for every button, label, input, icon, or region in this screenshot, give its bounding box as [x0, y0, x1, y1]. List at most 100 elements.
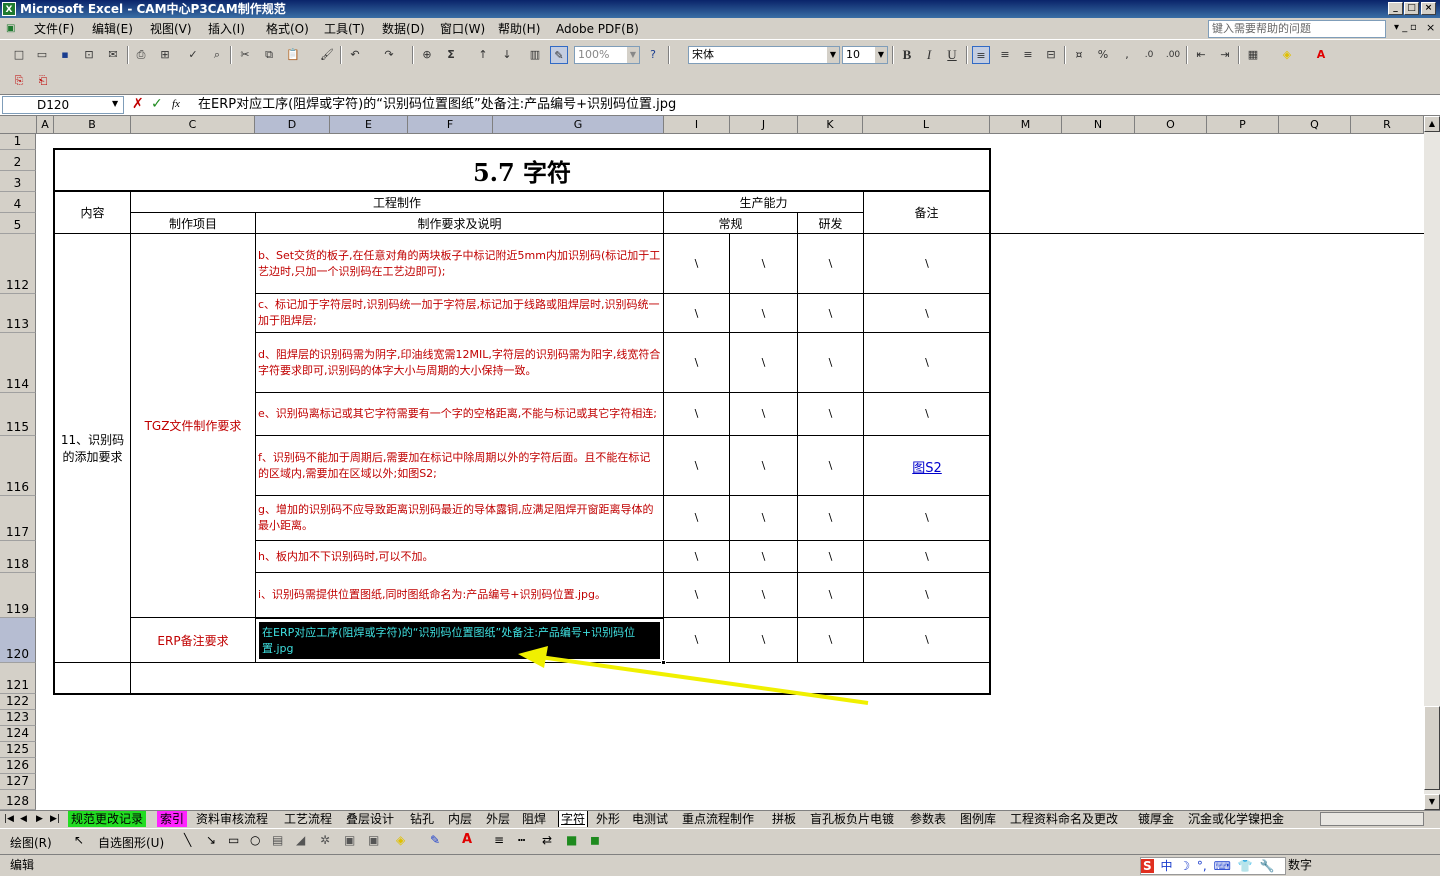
percent-icon[interactable]: % [1094, 46, 1112, 64]
dash-style-icon[interactable]: ┅ [518, 833, 525, 847]
tab-blind-via-plating[interactable]: 盲孔板负片电镀 [810, 811, 894, 827]
font-select[interactable]: 宋体 ▼ [688, 46, 840, 64]
workbook-close-icon[interactable]: × [1426, 21, 1435, 34]
new-icon[interactable]: □ [10, 46, 28, 64]
line-icon[interactable]: ╲ [184, 833, 191, 847]
menu-window[interactable]: 窗口(W) [440, 21, 485, 37]
email-icon[interactable]: ✉ [104, 46, 122, 64]
increase-decimal-icon[interactable]: .0 [1140, 46, 1158, 64]
menu-data[interactable]: 数据(D) [382, 21, 425, 37]
copy-icon[interactable]: ⧉ [260, 46, 278, 64]
draw-menu[interactable]: 绘图(R) [10, 834, 52, 851]
sogou-icon[interactable]: S [1141, 859, 1154, 873]
decrease-decimal-icon[interactable]: .00 [1164, 46, 1182, 64]
sort-descending-icon[interactable]: ↓ [498, 46, 516, 64]
rectangle-icon[interactable]: ▭ [228, 833, 239, 847]
scroll-down-icon[interactable]: ▼ [1424, 794, 1440, 810]
research-icon[interactable]: ⌕ [208, 46, 226, 64]
horizontal-scrollbar[interactable] [1320, 812, 1424, 826]
tab-e-test[interactable]: 电测试 [632, 811, 668, 827]
italic-button[interactable]: I [920, 46, 938, 64]
tab-stackup[interactable]: 叠层设计 [346, 811, 394, 827]
font-color-icon[interactable]: A [462, 832, 472, 847]
decrease-indent-icon[interactable]: ⇤ [1192, 46, 1210, 64]
maximize-button[interactable]: □ [1404, 2, 1419, 15]
cut-icon[interactable]: ✂ [236, 46, 254, 64]
tab-process-flow[interactable]: 工艺流程 [284, 811, 332, 827]
align-center-icon[interactable]: ≡ [996, 46, 1014, 64]
cancel-icon[interactable]: ✗ [132, 96, 144, 112]
convert-and-email-pdf-icon[interactable]: ⎗ [34, 72, 52, 90]
3d-style-icon[interactable]: ◼ [590, 833, 600, 847]
ime-keyboard-icon[interactable]: ⌨ [1214, 859, 1231, 873]
ime-skin-icon[interactable]: 👕 [1238, 859, 1253, 873]
hyperlink-icon[interactable]: ⊕ [418, 46, 436, 64]
align-left-icon[interactable]: ≡ [972, 46, 990, 64]
underline-button[interactable]: U [943, 46, 961, 64]
tab-legend-library[interactable]: 图例库 [960, 811, 996, 827]
menu-view[interactable]: 视图(V) [150, 21, 192, 37]
close-button[interactable]: × [1421, 2, 1436, 15]
name-box[interactable]: D120 [2, 96, 124, 114]
chevron-down-icon[interactable]: ▼ [875, 47, 887, 63]
clipart-icon[interactable]: ▣ [344, 833, 355, 847]
permission-icon[interactable]: ⊡ [80, 46, 98, 64]
print-preview-icon[interactable]: ⊞ [156, 46, 174, 64]
tab-review-flow[interactable]: 资料审核流程 [196, 811, 268, 827]
sort-ascending-icon[interactable]: ↑ [474, 46, 492, 64]
scroll-thumb[interactable] [1424, 706, 1440, 790]
prev-sheet-icon[interactable]: ◀ [20, 811, 27, 827]
menu-insert[interactable]: 插入(I) [208, 21, 245, 37]
tab-solder-mask[interactable]: 阻焊 [522, 811, 546, 827]
ime-tools-icon[interactable]: 🔧 [1260, 859, 1275, 873]
tab-change-log[interactable]: 规范更改记录 [68, 811, 147, 827]
ime-punctuation-icon[interactable]: °, [1197, 859, 1207, 873]
tab-panelization[interactable]: 拼板 [772, 811, 796, 827]
arrow-style-icon[interactable]: ⇄ [542, 833, 552, 847]
first-sheet-icon[interactable]: |◀ [4, 811, 14, 827]
tab-thick-gold[interactable]: 镀厚金 [1138, 811, 1174, 827]
fill-color-icon[interactable]: ◈ [1278, 46, 1296, 64]
oval-icon[interactable]: ○ [250, 833, 260, 847]
undo-icon[interactable]: ↶ [346, 46, 364, 64]
tab-index[interactable]: 索引 [157, 811, 188, 827]
format-painter-icon[interactable]: 🖌 [318, 46, 336, 64]
vertical-scrollbar[interactable]: ▲ ▼ [1424, 116, 1440, 810]
menu-help[interactable]: 帮助(H) [498, 21, 540, 37]
print-icon[interactable]: ⎙ [132, 46, 150, 64]
enter-icon[interactable]: ✓ [151, 96, 163, 112]
doc-icon[interactable]: ▣ [6, 21, 15, 37]
tab-inner-layer[interactable]: 内层 [448, 811, 472, 827]
chevron-down-icon[interactable]: ▼ [112, 99, 118, 108]
ime-chinese-icon[interactable]: 中 [1160, 859, 1172, 873]
autosum-icon[interactable]: Σ [442, 46, 460, 64]
workbook-restore-icon[interactable]: ▫ [1410, 22, 1417, 33]
insert-function-icon[interactable]: fx [172, 98, 180, 110]
ime-toolbar[interactable]: S 中 ☽ °, ⌨ 👕 🔧 [1140, 857, 1286, 875]
convert-to-pdf-icon[interactable]: ⎘ [10, 72, 28, 90]
font-size-select[interactable]: 10 ▼ [842, 46, 888, 64]
shadow-style-icon[interactable]: ■ [566, 833, 577, 847]
merge-center-icon[interactable]: ⊟ [1042, 46, 1060, 64]
currency-icon[interactable]: ¤ [1070, 46, 1088, 64]
borders-icon[interactable]: ▦ [1244, 46, 1262, 64]
chart-wizard-icon[interactable]: ▥ [526, 46, 544, 64]
select-objects-icon[interactable]: ↖ [74, 833, 84, 847]
last-sheet-icon[interactable]: ▶| [50, 811, 60, 827]
menu-format[interactable]: 格式(O) [266, 21, 309, 37]
zoom-select[interactable]: 100% ▼ [574, 46, 640, 64]
tab-enig[interactable]: 沉金或化学镍把金 [1188, 811, 1306, 827]
open-icon[interactable]: ▭ [33, 46, 51, 64]
redo-icon[interactable]: ↷ [380, 46, 398, 64]
minimize-button[interactable]: _ [1388, 2, 1403, 15]
fill-color-icon[interactable]: ◈ [396, 833, 405, 847]
tab-outer-layer[interactable]: 外层 [486, 811, 510, 827]
worksheet-grid[interactable]: A B C D E F G I J K L M N O P Q R 1 2 3 … [0, 116, 1424, 810]
spelling-icon[interactable]: ✓ [184, 46, 202, 64]
menu-edit[interactable]: 编辑(E) [92, 21, 133, 37]
chevron-down-icon[interactable]: ▼ [827, 47, 839, 63]
ime-halfwidth-icon[interactable]: ☽ [1179, 859, 1190, 873]
drawing-toggle-icon[interactable]: ✎ [550, 46, 568, 64]
tab-legend[interactable]: 字符 [558, 811, 589, 827]
save-icon[interactable]: ▪ [56, 46, 74, 64]
